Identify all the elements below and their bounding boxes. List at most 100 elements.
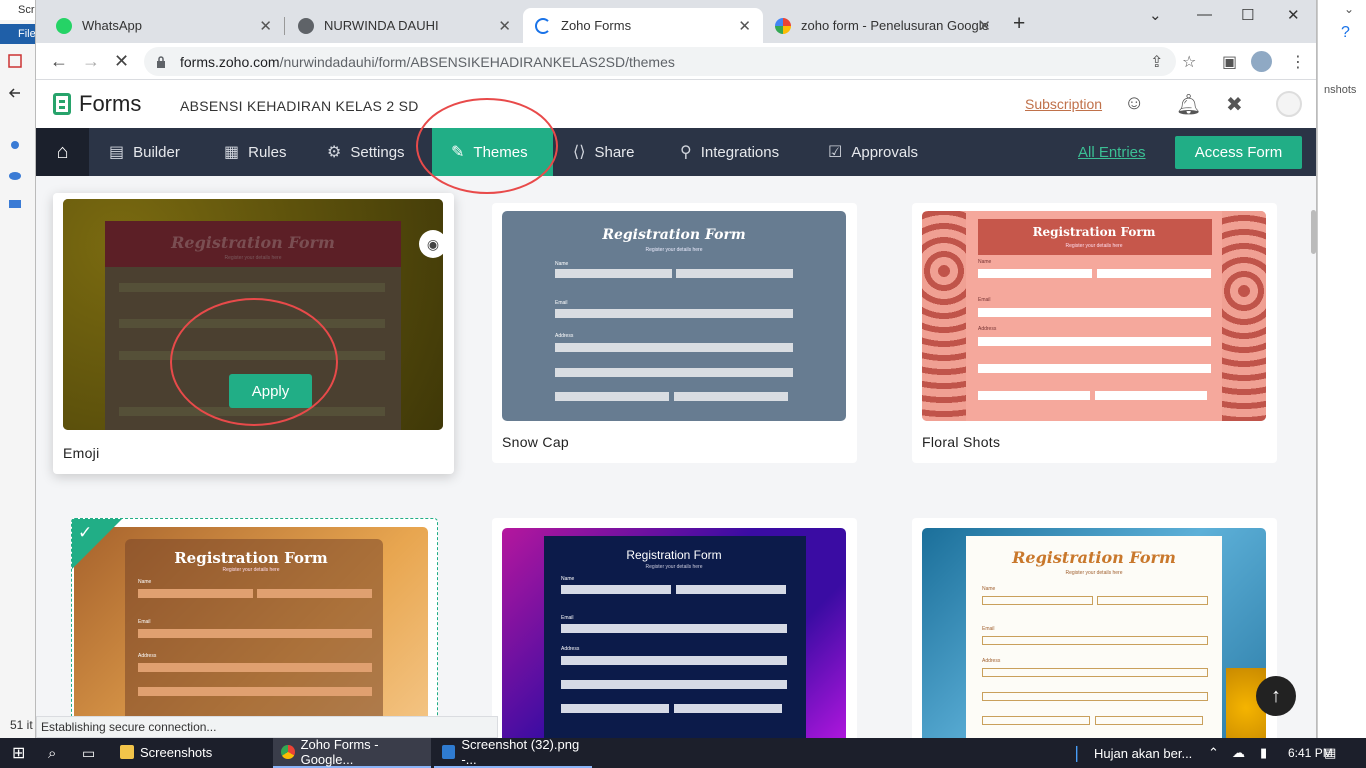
tab-search-icon[interactable]: ⌄ <box>1149 6 1162 24</box>
forward-button[interactable]: → <box>82 51 100 72</box>
url-path: /nurwindadauhi/form/ABSENSIKEHADIRANKELA… <box>279 53 675 70</box>
theme-card-geometric[interactable]: Registration Form Register your details … <box>492 518 857 738</box>
explorer-file-menu[interactable]: File <box>0 24 36 44</box>
share-icon: ⟨⟩ <box>573 144 586 161</box>
desktop-right-edge: ⌄ ? nshots <box>1317 0 1366 738</box>
bookmark-star-icon[interactable]: ☆ <box>1182 52 1196 72</box>
windows-start-icon[interactable]: ⊞ <box>12 738 25 768</box>
stop-loading-button[interactable]: ✕ <box>114 51 129 72</box>
explorer-item-count: 51 it <box>10 718 33 732</box>
preview-label: Name <box>561 576 575 582</box>
user-avatar[interactable] <box>1276 91 1302 117</box>
close-icon[interactable]: ✕ <box>738 17 751 35</box>
tab-google-search[interactable]: zoho form - Penelusuran Google ✕ <box>763 8 1003 43</box>
tab-whatsapp[interactable]: WhatsApp ✕ <box>44 8 284 43</box>
theme-card-snow-cap[interactable]: Registration Form Register your details … <box>492 203 857 463</box>
theme-thumbnail: Registration Form Register your details … <box>922 528 1266 738</box>
minimize-button[interactable]: — <box>1197 6 1212 23</box>
taskbar-label: Screenshot (32).png -... <box>461 737 580 767</box>
preview-title: Registration Form <box>174 549 328 567</box>
chrome-menu-icon[interactable]: ⋮ <box>1290 52 1306 72</box>
new-tab-button[interactable]: + <box>1013 12 1025 36</box>
maximize-button[interactable]: ☐ <box>1241 6 1254 24</box>
preview-title: Registration Form <box>626 548 722 562</box>
preview-title: Registration Form <box>1012 548 1176 567</box>
theme-name: Snow Cap <box>502 434 569 450</box>
nav-builder[interactable]: ▤ Builder <box>109 128 180 176</box>
theme-card-floral-shots[interactable]: Registration Form Register your details … <box>912 203 1277 463</box>
tab-strip: WhatsApp ✕ NURWINDA DAUHI ✕ Zoho Forms ✕… <box>36 0 1316 43</box>
tab-nurwinda[interactable]: NURWINDA DAUHI ✕ <box>286 8 523 43</box>
chevron-down-icon[interactable]: ⌄ <box>1344 2 1354 16</box>
tab-title: Zoho Forms <box>561 18 632 33</box>
help-icon[interactable]: ? <box>1341 24 1350 42</box>
forms-logo-icon <box>53 93 71 115</box>
preview-eye-icon[interactable]: ◉ <box>419 230 447 258</box>
builder-icon: ▤ <box>109 144 125 161</box>
url-host: forms.zoho.com <box>180 53 280 70</box>
tray-chevron-icon[interactable]: ⌃ <box>1208 738 1219 768</box>
close-window-button[interactable]: ✕ <box>1287 6 1300 24</box>
bell-icon[interactable]: 🔔︎ <box>1176 92 1201 117</box>
back-button[interactable]: ← <box>50 51 68 72</box>
profile-avatar[interactable] <box>1251 51 1272 72</box>
scroll-to-top-button[interactable]: ↑ <box>1256 676 1296 716</box>
all-entries-link[interactable]: All Entries <box>1078 144 1146 161</box>
url-bar[interactable]: forms.zoho.com/nurwindadauhi/form/ABSENS… <box>144 47 1176 76</box>
back-arrow-icon[interactable] <box>8 86 22 100</box>
taskbar-photos[interactable]: Screenshot (32).png -... <box>434 737 592 768</box>
nav-integrations[interactable]: ⚲ Integrations <box>680 128 779 176</box>
nav-share[interactable]: ⟨⟩ Share <box>573 128 635 176</box>
theme-card-autumn-selected[interactable]: Registration Form Register your details … <box>71 518 438 738</box>
image-icon <box>442 745 456 759</box>
nav-approvals[interactable]: ☑ Approvals <box>828 128 918 176</box>
weather-text[interactable]: Hujan akan ber... <box>1094 738 1192 768</box>
taskbar-explorer[interactable]: Screenshots <box>112 738 270 768</box>
subscription-link[interactable]: Subscription <box>1025 96 1102 112</box>
preview-title: Registration Form <box>171 233 335 252</box>
scrollbar-thumb[interactable] <box>1311 210 1316 254</box>
taskbar-label: Screenshots <box>140 744 213 760</box>
users-settings-icon[interactable]: ☺ <box>1124 92 1144 115</box>
tab-zoho-forms[interactable]: Zoho Forms ✕ <box>523 8 763 43</box>
nav-label: Approvals <box>851 143 919 161</box>
tools-icon[interactable]: ✖ <box>1226 92 1243 117</box>
chrome-icon <box>281 745 295 759</box>
preview-subtitle: Register your details here <box>645 247 703 253</box>
notification-icon[interactable]: ▤ <box>1324 738 1336 768</box>
rules-icon: ▦ <box>224 144 240 161</box>
home-icon[interactable]: ⌂ <box>36 128 89 176</box>
taskbar-chrome[interactable]: Zoho Forms - Google... <box>273 737 431 768</box>
close-icon[interactable]: ✕ <box>259 17 272 35</box>
task-view-icon[interactable]: ▭ <box>82 738 95 768</box>
share-page-icon[interactable]: ⇪ <box>1150 52 1163 72</box>
nav-label: Builder <box>133 143 180 161</box>
side-panel-icon[interactable]: ▣ <box>1222 52 1237 72</box>
nav-settings[interactable]: ⚙ Settings <box>327 128 405 176</box>
preview-label: Address <box>138 653 157 659</box>
nav-rules[interactable]: ▦ Rules <box>224 128 286 176</box>
preview-label: Email <box>978 297 991 303</box>
taskbar-label: Zoho Forms - Google... <box>300 737 379 767</box>
preview-label: Name <box>978 259 992 265</box>
gear-icon: ⚙ <box>327 144 342 161</box>
annotation-circle-themes <box>416 98 558 194</box>
volume-icon[interactable]: ▮ <box>1260 738 1267 768</box>
forms-logo[interactable]: Forms <box>53 91 141 117</box>
preview-label: Name <box>982 586 996 592</box>
access-form-button[interactable]: Access Form <box>1175 136 1302 169</box>
google-icon <box>775 17 791 34</box>
theme-name: Floral Shots <box>922 434 1001 450</box>
preview-label: Email <box>982 626 995 632</box>
preview-label: Address <box>555 333 574 339</box>
theme-thumbnail: Registration Form Register your details … <box>502 211 846 421</box>
tab-title: WhatsApp <box>82 18 142 33</box>
close-icon[interactable]: ✕ <box>978 17 991 35</box>
close-icon[interactable]: ✕ <box>498 17 511 35</box>
annotation-circle-apply <box>170 298 338 426</box>
theme-card-tulip[interactable]: Registration Form Register your details … <box>912 518 1277 738</box>
preview-label: Email <box>555 300 568 306</box>
search-icon[interactable]: ⌕ <box>48 738 56 768</box>
checklist-icon <box>8 54 22 68</box>
preview-label: Name <box>555 261 569 267</box>
